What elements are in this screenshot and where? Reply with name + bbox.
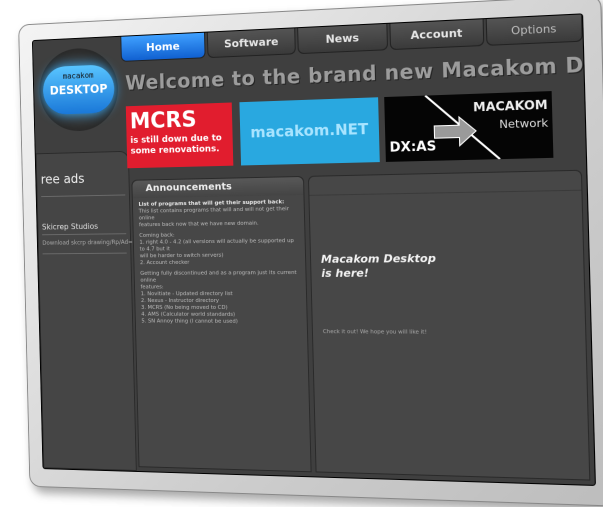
announcement-text: features back now that we have new domai… <box>139 221 259 229</box>
announcement-item: 3. MCRS (No being moved to CD) <box>141 305 228 311</box>
network-title: MACAKOM <box>473 97 548 114</box>
main-subtitle: Check it out! We hope you will like it! <box>323 329 427 336</box>
ad-name[interactable]: Skicrep Studios <box>42 222 98 231</box>
divider <box>43 253 127 255</box>
ad-link[interactable]: Download skcrp drawing/Rp/Ad=C <box>42 239 136 247</box>
tab-news[interactable]: News <box>297 24 388 54</box>
mcrs-banner[interactable]: MCRS is still down due to some renovatio… <box>126 102 234 168</box>
main-title-line-1: Macakom Desktop <box>321 252 436 266</box>
tab-software[interactable]: Software <box>207 28 295 58</box>
macakom-network-banner[interactable]: MACAKOM Network DX:AS <box>384 91 553 162</box>
sidebar-ads: ree ads Skicrep Studios Download skcrp d… <box>36 151 137 471</box>
main-panel-header <box>309 171 581 196</box>
site-logo[interactable]: macakom DESKTOP <box>38 47 118 133</box>
mcrs-title: MCRS <box>130 108 197 135</box>
announcement-text: This list contains programs that will an… <box>139 206 289 221</box>
tab-options[interactable]: Options <box>485 14 583 45</box>
main-title: Macakom Desktop is here! <box>321 252 437 281</box>
main-title-line-2: is here! <box>321 267 369 280</box>
mcrs-subtitle: is still down due to some renovations. <box>130 133 222 157</box>
announcement-section: features: <box>141 284 164 290</box>
photo-stage: Home Software News Account Options macak… <box>0 0 603 504</box>
announcement-item: 1. right 4.0 - 4.2 (all versions will ac… <box>139 238 294 252</box>
website: Home Software News Account Options macak… <box>33 14 595 484</box>
network-label: DX:AS <box>389 139 436 156</box>
mcrs-subtitle-line-2: some renovations. <box>131 144 220 156</box>
macakom-net-banner[interactable]: macakom.NET <box>239 97 379 165</box>
network-subtitle: Network <box>499 116 548 131</box>
tab-account[interactable]: Account <box>390 19 484 50</box>
ads-title: ree ads <box>41 172 85 187</box>
main-panel: Macakom Desktop is here! Check it out! W… <box>308 170 590 481</box>
announcement-item: 2. Account checker <box>140 260 190 266</box>
announcement-section: Coming back: <box>139 233 175 239</box>
announcement-item: 2. Nexus - Instructor directory <box>141 298 219 304</box>
divider <box>41 194 125 197</box>
tab-home[interactable]: Home <box>120 33 206 62</box>
announcement-section: Getting fully discontinued and as a prog… <box>140 270 297 284</box>
macakom-net-title: macakom.NET <box>240 120 379 142</box>
announcement-item: 1. Novitiate - Updated directory list <box>141 291 233 297</box>
announcement-item: will be harder to switch servers) <box>140 253 224 260</box>
monitor-frame: Home Software News Account Options macak… <box>18 0 603 507</box>
announcement-item: 5. SN Annoy thing (I cannot be used) <box>141 319 238 325</box>
announcements-body: List of programs that will get their sup… <box>133 195 307 334</box>
announcement-item: 4. AMS (Calculator world standards) <box>141 312 235 318</box>
divider <box>42 233 126 235</box>
announcements-panel: Announcements List of programs that will… <box>131 176 311 472</box>
monitor-screen: Home Software News Account Options macak… <box>32 13 596 486</box>
